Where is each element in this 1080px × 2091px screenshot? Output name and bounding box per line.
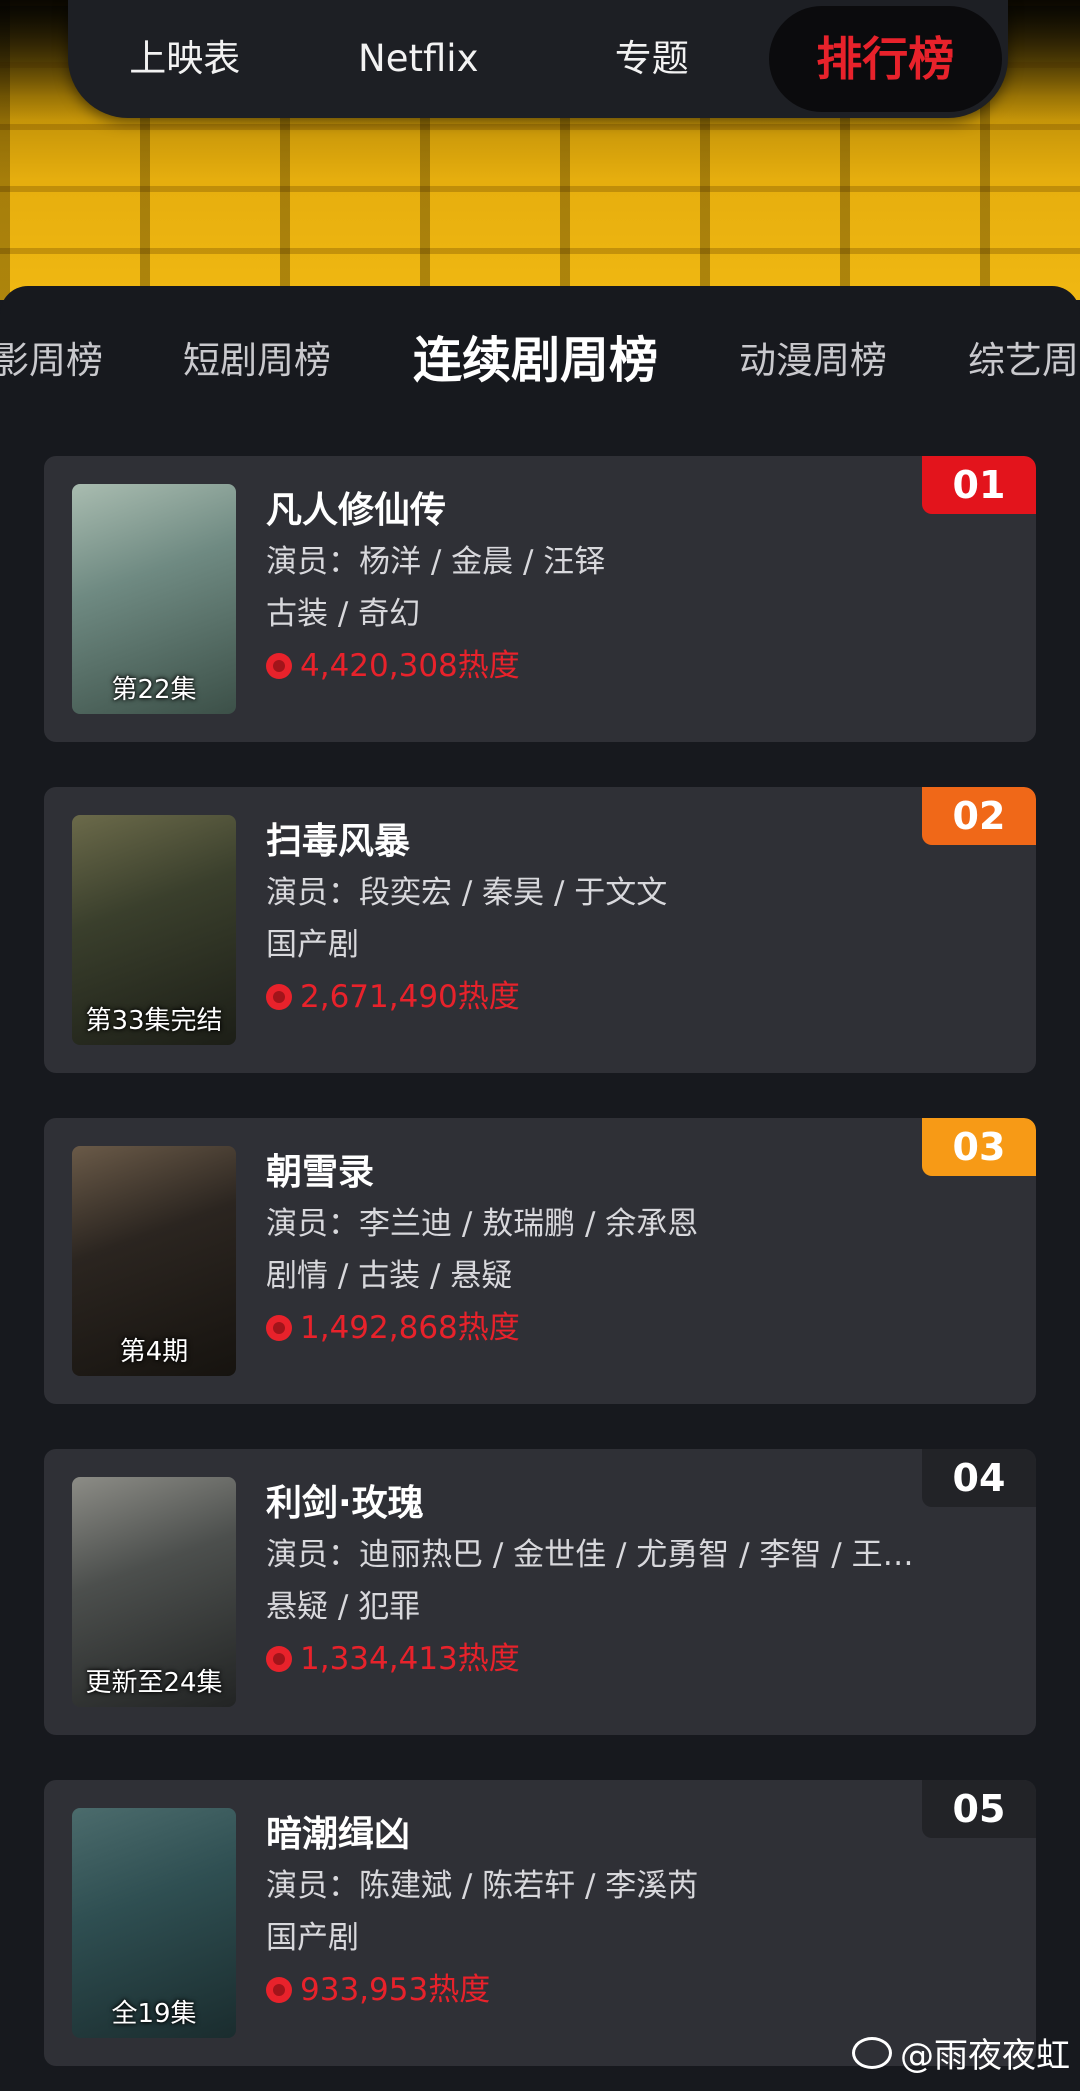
watermark-text: @雨夜夜虹 [900,2036,1070,2076]
heat-value: 4,420,308热度 [300,648,520,684]
tab-movie-weekly[interactable]: 影周榜 [0,316,103,406]
tab-variety-weekly[interactable]: 综艺周 [968,316,1079,406]
ranking-tabs: 影周榜 短剧周榜 连续剧周榜 动漫周榜 综艺周 [0,316,1080,406]
actors-label: 演员： [266,544,359,580]
genres: 悬疑 / 犯罪 [266,1589,421,1625]
heat-icon [266,984,292,1010]
ranking-card[interactable]: 第33集完结 02 扫毒风暴 演员：段奕宏 / 秦昊 / 于文文 国产剧 2,6… [44,787,1036,1073]
ranking-card[interactable]: 第4期 03 朝雪录 演员：李兰迪 / 敖瑞鹏 / 余承恩 剧情 / 古装 / … [44,1118,1036,1404]
show-title[interactable]: 凡人修仙传 [266,486,1016,536]
show-title[interactable]: 扫毒风暴 [266,817,1016,867]
ranking-panel: 影周榜 短剧周榜 连续剧周榜 动漫周榜 综艺周 第22集 01 凡人修仙传 演员… [0,286,1080,2091]
show-title[interactable]: 暗潮缉凶 [266,1810,1016,1860]
actors-label: 演员： [266,875,359,911]
heat-value: 1,492,868热度 [300,1310,520,1346]
episode-label: 更新至24集 [85,1668,223,1698]
heat-icon [266,1977,292,2003]
show-title[interactable]: 利剑·玫瑰 [266,1479,1016,1529]
nav-rankings[interactable]: 排行榜 [768,6,1002,112]
actors-label: 演员： [266,1206,359,1242]
nav-topics[interactable]: 专题 [535,9,769,109]
tab-series-weekly[interactable]: 连续剧周榜 [413,316,658,406]
actors-line: 演员：陈建斌 / 陈若轩 / 李溪芮 [266,1860,1016,1912]
nav-schedule[interactable]: 上映表 [68,9,302,109]
heat-score: 933,953热度 [266,1964,1016,2016]
actors-list: 段奕宏 / 秦昊 / 于文文 [359,875,668,911]
heat-score: 1,334,413热度 [266,1633,1016,1685]
heat-value: 2,671,490热度 [300,979,520,1015]
top-navigation: 上映表 Netflix 专题 排行榜 [68,0,1008,118]
heat-score: 2,671,490热度 [266,971,1016,1023]
show-title[interactable]: 朝雪录 [266,1148,1016,1198]
show-info: 扫毒风暴 演员：段奕宏 / 秦昊 / 于文文 国产剧 2,671,490热度 [266,817,1016,1023]
poster-image[interactable]: 第22集 [72,484,236,714]
heat-value: 933,953热度 [300,1972,491,2008]
poster-image[interactable]: 全19集 [72,1808,236,2038]
show-info: 利剑·玫瑰 演员：迪丽热巴 / 金世佳 / 尤勇智 / 李智 / 王… 悬疑 /… [266,1479,1016,1685]
genres: 国产剧 [266,1920,359,1956]
nav-netflix[interactable]: Netflix [302,9,536,109]
episode-label: 第22集 [111,675,197,705]
ranking-card[interactable]: 更新至24集 04 利剑·玫瑰 演员：迪丽热巴 / 金世佳 / 尤勇智 / 李智… [44,1449,1036,1735]
episode-label: 第33集完结 [85,1006,223,1036]
heat-icon [266,1315,292,1341]
genres: 剧情 / 古装 / 悬疑 [266,1258,513,1294]
episode-label: 第4期 [119,1337,189,1367]
show-info: 暗潮缉凶 演员：陈建斌 / 陈若轩 / 李溪芮 国产剧 933,953热度 [266,1810,1016,2016]
heat-icon [266,653,292,679]
heat-score: 4,420,308热度 [266,640,1016,692]
actors-line: 演员：段奕宏 / 秦昊 / 于文文 [266,867,1016,919]
actors-list: 陈建斌 / 陈若轩 / 李溪芮 [359,1868,699,1904]
show-info: 朝雪录 演员：李兰迪 / 敖瑞鹏 / 余承恩 剧情 / 古装 / 悬疑 1,49… [266,1148,1016,1354]
actors-list: 迪丽热巴 / 金世佳 / 尤勇智 / 李智 / 王… [359,1537,914,1573]
heat-value: 1,334,413热度 [300,1641,520,1677]
episode-label: 全19集 [111,1999,197,2029]
actors-label: 演员： [266,1868,359,1904]
actors-label: 演员： [266,1537,359,1573]
tab-anime-weekly[interactable]: 动漫周榜 [739,316,887,406]
genres: 国产剧 [266,927,359,963]
actors-line: 演员：杨洋 / 金晨 / 汪铎 [266,536,1016,588]
poster-image[interactable]: 第4期 [72,1146,236,1376]
ranking-card[interactable]: 全19集 05 暗潮缉凶 演员：陈建斌 / 陈若轩 / 李溪芮 国产剧 933,… [44,1780,1036,2066]
poster-image[interactable]: 更新至24集 [72,1477,236,1707]
tab-short-drama-weekly[interactable]: 短剧周榜 [183,316,331,406]
weibo-icon [852,2036,892,2069]
actors-list: 杨洋 / 金晨 / 汪铎 [359,544,606,580]
actors-line: 演员：李兰迪 / 敖瑞鹏 / 余承恩 [266,1198,1016,1250]
show-info: 凡人修仙传 演员：杨洋 / 金晨 / 汪铎 古装 / 奇幻 4,420,308热… [266,486,1016,692]
heat-icon [266,1646,292,1672]
poster-image[interactable]: 第33集完结 [72,815,236,1045]
actors-line: 演员：迪丽热巴 / 金世佳 / 尤勇智 / 李智 / 王… [266,1529,1016,1581]
heat-score: 1,492,868热度 [266,1302,1016,1354]
watermark: @雨夜夜虹 [852,2028,1070,2077]
genres: 古装 / 奇幻 [266,596,421,632]
actors-list: 李兰迪 / 敖瑞鹏 / 余承恩 [359,1206,699,1242]
ranking-card[interactable]: 第22集 01 凡人修仙传 演员：杨洋 / 金晨 / 汪铎 古装 / 奇幻 4,… [44,456,1036,742]
